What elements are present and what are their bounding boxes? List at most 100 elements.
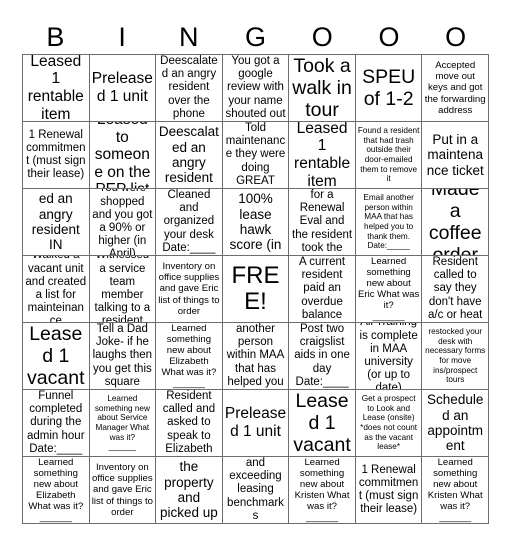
bingo-cell-text: Funnel completed during the admin hour D… xyxy=(27,390,85,455)
bingo-cell[interactable]: restocked your desk with necessary forms… xyxy=(422,323,489,390)
header-letter-b: B xyxy=(46,22,65,52)
bingo-cell[interactable]: Made a coffee order xyxy=(422,189,489,256)
bingo-cell[interactable]: Resident called to say they don't have a… xyxy=(422,256,489,323)
bingo-cell-text: Found a resident that had trash outside … xyxy=(357,125,420,184)
bingo-cell-text: A current resident paid an overdue balan… xyxy=(299,256,346,321)
bingo-cell-text: Made a coffee order xyxy=(428,189,482,256)
bingo-cell-text: 1 Renewal commitment (must sign their le… xyxy=(26,128,86,181)
bingo-cell-text: SPEU of 1-2 xyxy=(362,65,416,110)
bingo-cell[interactable]: Leased 1 vacant xyxy=(23,323,90,390)
bingo-cell-text: Resident called and asked to speak to El… xyxy=(162,390,216,455)
bingo-grid: Leased 1 rentable item Preleased 1 unit De… xyxy=(22,54,489,524)
bingo-cell-text: Leased 1 vacant xyxy=(27,323,85,390)
bingo-cell-text: Learned something new about Kristen What… xyxy=(427,457,483,524)
bingo-cell[interactable]: Found a resident that had trash outside … xyxy=(355,122,423,189)
bingo-cell[interactable]: Learned something new about Service Mana… xyxy=(89,390,157,457)
bingo-cell[interactable]: Learned something new about Kristen What… xyxy=(422,457,489,524)
bingo-cell-text: Email another person within MAA that has… xyxy=(363,192,414,251)
header-letter-o2: O xyxy=(378,22,400,52)
header-letter-o3: O xyxy=(445,22,467,52)
header-letter-i: I xyxy=(118,22,126,52)
bingo-free-space[interactable]: FREE! xyxy=(222,256,290,323)
bingo-cell-text: Walked a vacant unit and created a list … xyxy=(25,256,87,323)
header-letter-g: G xyxy=(245,22,267,52)
bingo-cell[interactable]: Walked a vacant unit and created a list … xyxy=(23,256,90,323)
bingo-cell[interactable]: Email another person within MAA that has… xyxy=(222,323,290,390)
bingo-cell-text: Asked Eric for a Renewal Eval and the re… xyxy=(292,189,353,254)
bingo-cell[interactable]: Preleased 1 unit xyxy=(89,55,157,122)
bingo-header-letters: B I N G O O O xyxy=(22,8,489,54)
bingo-cell-text: Deescalated an angry resident IN PERSON xyxy=(26,189,86,255)
bingo-cell-text: Accepted move out keys and got the forwa… xyxy=(424,60,486,116)
bingo-cell[interactable]: Witnessed a service team member talking … xyxy=(89,256,157,323)
bingo-cell-text: All Training is complete in MAA universi… xyxy=(359,323,418,390)
bingo-cell-text: Witnessed a service team member talking … xyxy=(94,256,151,323)
bingo-cell[interactable]: You got a google review with your name s… xyxy=(222,55,290,122)
bingo-cell-text: Tell a Dad Joke- if he laughs then you g… xyxy=(92,323,153,388)
bingo-cell-text: Learned something new about Kristen What… xyxy=(294,457,350,524)
bingo-cell[interactable]: Resident called and asked to speak to El… xyxy=(156,390,223,457)
bingo-cell-text: Learned something new about Eric What wa… xyxy=(357,256,420,323)
bingo-cell[interactable]: Funnel completed during the admin hour D… xyxy=(23,390,90,457)
bingo-cell-text: Leased 1 vacant xyxy=(293,390,351,457)
header-letter-n: N xyxy=(179,22,199,52)
bingo-cell[interactable]: Deescalated an angry resident IN PERSON xyxy=(23,189,90,256)
bingo-cell-text: Inventory on office supplies and gave Er… xyxy=(158,261,220,317)
bingo-cell-text: Took a walk in tour xyxy=(292,55,352,122)
bingo-cell[interactable]: Post two craigslist aids in one day Date… xyxy=(289,323,356,390)
bingo-cell[interactable]: A current resident paid an overdue balan… xyxy=(289,256,356,323)
bingo-cell[interactable]: Learned something new about Elizabeth Wh… xyxy=(23,457,90,524)
bingo-cell[interactable]: Tell a Dad Joke- if he laughs then you g… xyxy=(89,323,157,390)
bingo-cell-text: Get a prospect to Look and Lease (onsite… xyxy=(360,393,418,452)
bingo-cell[interactable]: Got a 100% lease hawk score (in April) xyxy=(222,189,290,256)
bingo-cell[interactable]: Leased 1 vacant xyxy=(289,390,356,457)
bingo-cell-text: Leased to someone on the PEP list xyxy=(94,122,151,188)
bingo-cell[interactable]: Inventory on office supplies and gave Er… xyxy=(156,256,223,323)
bingo-cell-text: 1 Renewal commitment (must sign their le… xyxy=(358,463,419,516)
bingo-cell[interactable]: Deescalated an angry resident xyxy=(156,122,223,189)
bingo-cell[interactable]: Leased 1 rentable item xyxy=(23,55,90,122)
bingo-cell-text: Resident called to say they don't have a… xyxy=(428,256,483,321)
bingo-cell-text: Email another person within MAA that has… xyxy=(226,323,285,388)
bingo-cell[interactable]: Cleaned and organized your desk Date:___… xyxy=(156,189,223,256)
bingo-cell[interactable]: All Training is complete in MAA universi… xyxy=(355,323,423,390)
bingo-cell[interactable]: You were shopped and you got a 90% or hi… xyxy=(89,189,157,256)
bingo-cell[interactable]: Accepted move out keys and got the forwa… xyxy=(422,55,489,122)
bingo-cell-text: Leased 1 rentable item xyxy=(27,55,84,122)
header-letter-o1: O xyxy=(311,22,333,52)
bingo-cell-text: You got a google review with your name s… xyxy=(225,55,286,120)
bingo-cell[interactable]: Learned something new about Kristen What… xyxy=(289,457,356,524)
bingo-cell[interactable]: Deescalated an angry resident over the p… xyxy=(156,55,223,122)
bingo-cell[interactable]: Learned something new about Elizabeth Wh… xyxy=(156,323,223,390)
bingo-cell[interactable]: Get a prospect to Look and Lease (onsite… xyxy=(355,390,423,457)
bingo-cell-text: Deescalated an angry resident over the p… xyxy=(160,55,218,120)
bingo-cell-text: Meeting and exceeding leasing benchmarks… xyxy=(227,457,284,522)
bingo-cell-text: Learned something new about Elizabeth Wh… xyxy=(161,323,217,390)
bingo-cell[interactable]: Took a walk in tour xyxy=(289,55,356,122)
bingo-cell[interactable]: Preleased 1 unit xyxy=(222,390,290,457)
bingo-cell[interactable]: Leased to someone on the PEP list xyxy=(89,122,157,189)
bingo-cell-text: Walked the property and picked up trash xyxy=(160,457,218,523)
bingo-cell-text: Learned something new about Service Mana… xyxy=(94,393,150,452)
bingo-cell[interactable]: Learned something new about Eric What wa… xyxy=(355,256,423,323)
bingo-cell[interactable]: Email another person within MAA that has… xyxy=(355,189,423,256)
bingo-cell-text: Put in a maintenance ticket xyxy=(426,131,484,178)
bingo-card: B I N G O O O Leased 1 rentable item Prel… xyxy=(0,0,511,544)
bingo-cell[interactable]: SPEU of 1-2 xyxy=(355,55,423,122)
bingo-cell-text: Leased 1 rentable item xyxy=(294,122,351,189)
bingo-cell[interactable]: Asked Eric for a Renewal Eval and the re… xyxy=(289,189,356,256)
bingo-cell[interactable]: Inventory on office supplies and gave Er… xyxy=(89,457,157,524)
bingo-cell[interactable]: Walked the property and picked up trash xyxy=(156,457,223,524)
bingo-cell[interactable]: Scheduled an appointment xyxy=(422,390,489,457)
bingo-cell[interactable]: Leased 1 rentable item xyxy=(289,122,356,189)
bingo-cell[interactable]: Told maintenance they were doing GREAT xyxy=(222,122,290,189)
bingo-cell[interactable]: Meeting and exceeding leasing benchmarks… xyxy=(222,457,290,524)
bingo-cell-text: Scheduled an appointment xyxy=(427,392,484,454)
bingo-free-space-label: FREE! xyxy=(231,261,280,315)
bingo-cell-text: Preleased 1 unit xyxy=(91,70,153,105)
bingo-cell-text: Post two craigslist aids in one day Date… xyxy=(294,323,350,388)
bingo-cell[interactable]: 1 Renewal commitment (must sign their le… xyxy=(355,457,423,524)
bingo-cell[interactable]: 1 Renewal commitment (must sign their le… xyxy=(23,122,90,189)
bingo-cell-text: Preleased 1 unit xyxy=(224,405,287,440)
bingo-cell[interactable]: Put in a maintenance ticket xyxy=(422,122,489,189)
